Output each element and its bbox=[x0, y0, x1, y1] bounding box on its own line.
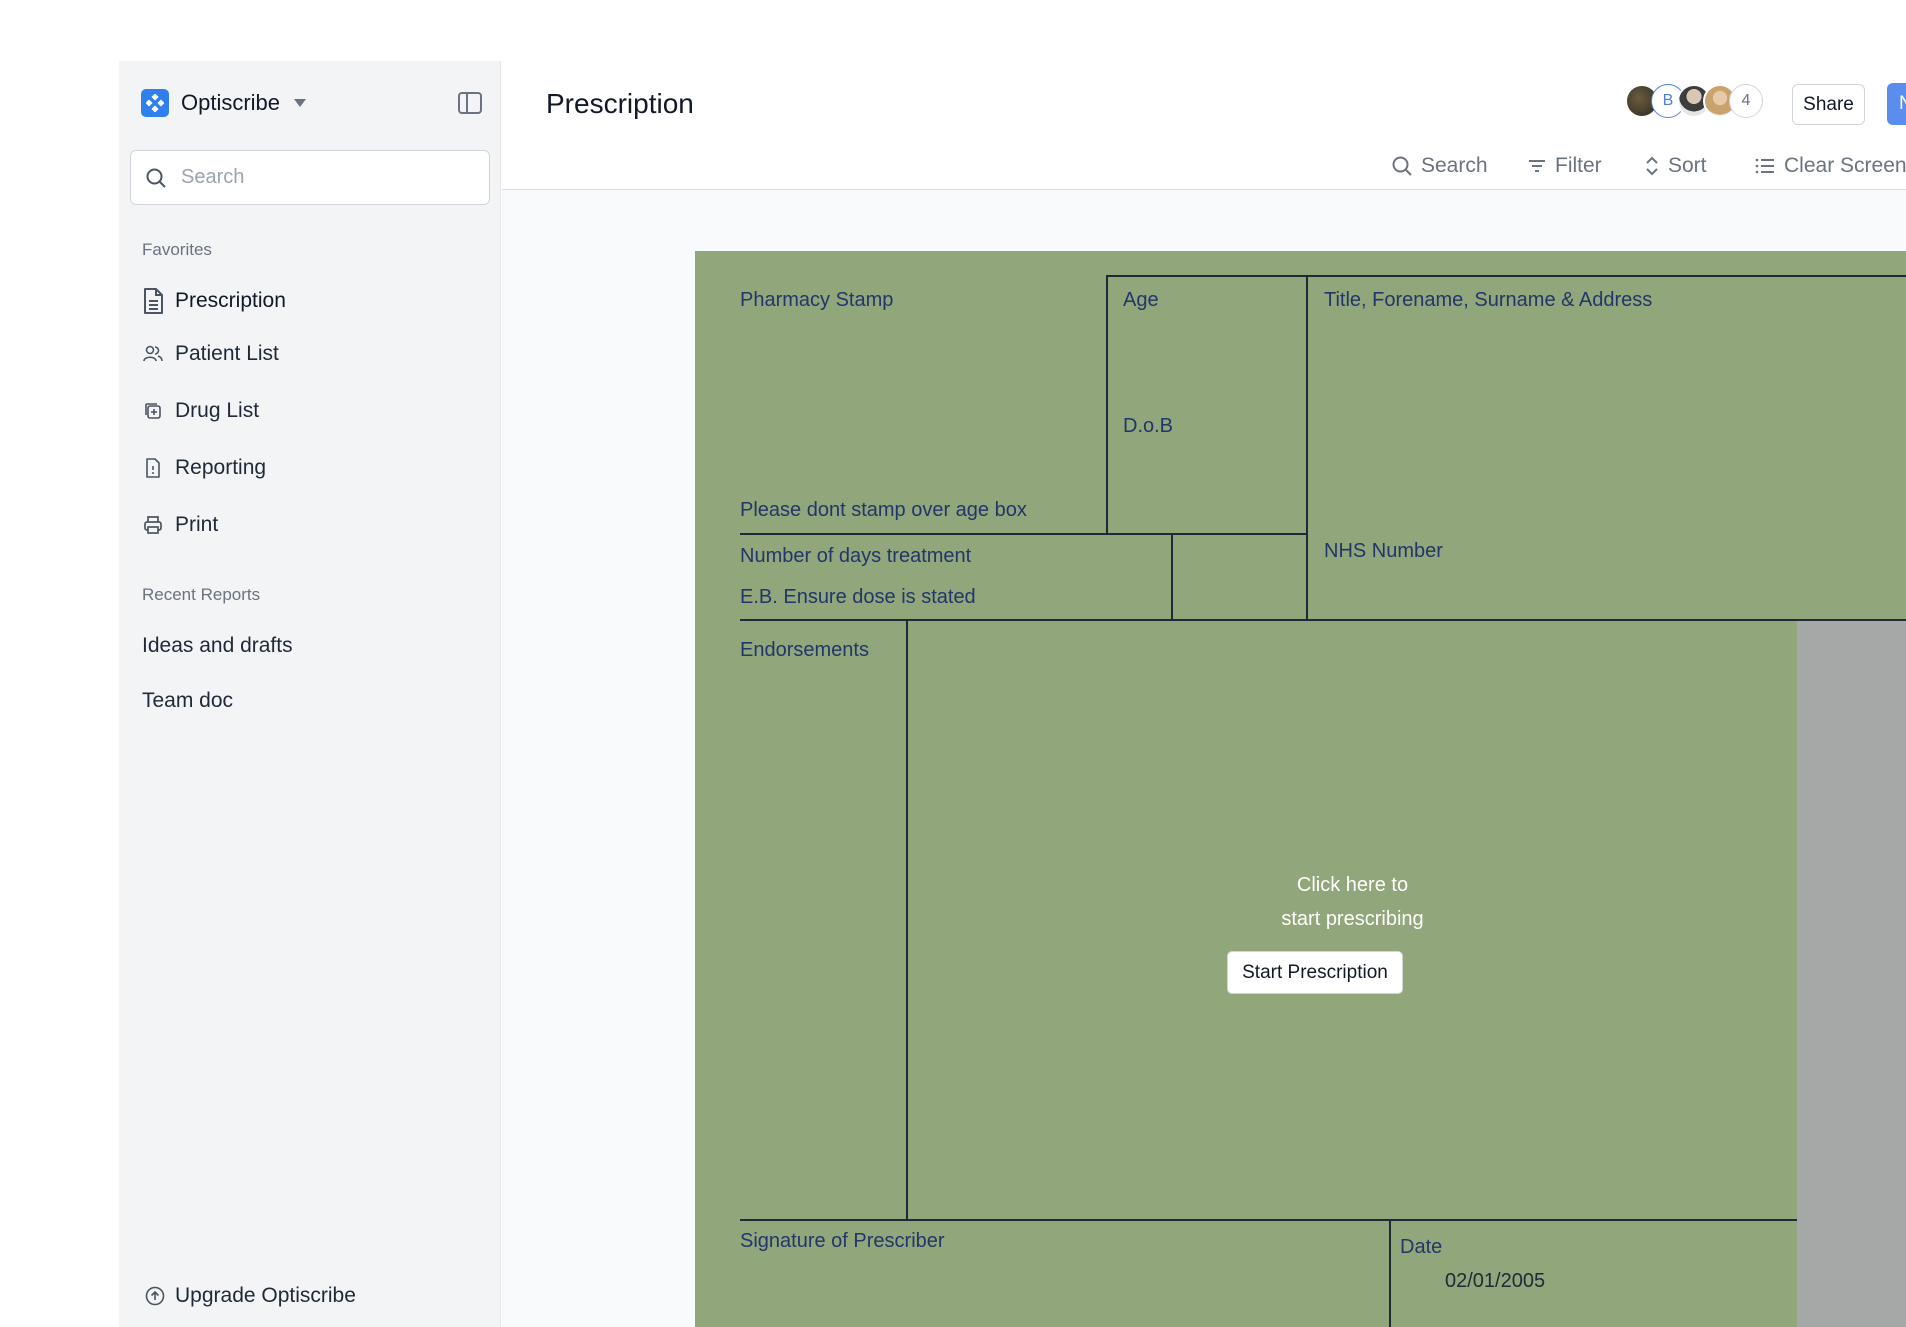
toolbar-filter-label: Filter bbox=[1555, 154, 1602, 177]
start-prescription-button[interactable]: Start Prescription bbox=[1227, 951, 1403, 994]
dob-label: D.o.B bbox=[1123, 415, 1174, 437]
nhs-number-label: NHS Number bbox=[1324, 540, 1443, 562]
pharmacy-stamp-label: Pharmacy Stamp bbox=[740, 289, 894, 311]
date-value[interactable]: 02/01/2005 bbox=[1445, 1270, 1545, 1293]
upgrade-icon bbox=[145, 1286, 165, 1306]
toolbar-filter[interactable]: Filter bbox=[1527, 154, 1602, 178]
divider bbox=[1106, 275, 1108, 533]
divider bbox=[740, 1219, 1797, 1221]
workspace-switcher[interactable]: Optiscribe bbox=[141, 88, 307, 118]
sidebar-item-label: Prescription bbox=[175, 289, 286, 312]
sort-icon bbox=[1646, 156, 1658, 176]
divider bbox=[1171, 533, 1173, 620]
recent-item-ideas-and-drafts[interactable]: Ideas and drafts bbox=[142, 634, 293, 658]
prescription-form: Pharmacy Stamp Age D.o.B Title, Forename… bbox=[695, 251, 1906, 1327]
divider bbox=[740, 533, 1307, 535]
list-icon bbox=[1755, 158, 1774, 174]
users-icon bbox=[141, 345, 165, 363]
sidebar-item-label: Print bbox=[175, 513, 219, 536]
divider bbox=[906, 620, 908, 1220]
sidebar-item-label: Reporting bbox=[175, 456, 267, 479]
collaborators[interactable]: B 4 bbox=[1625, 84, 1763, 118]
filter-icon bbox=[1529, 160, 1545, 172]
toolbar-sort[interactable]: Sort bbox=[1644, 154, 1707, 178]
sidebar-toggle-icon[interactable] bbox=[458, 92, 482, 114]
search-icon bbox=[1392, 156, 1412, 176]
search-input[interactable] bbox=[181, 166, 471, 189]
signature-label: Signature of Prescriber bbox=[740, 1230, 945, 1252]
collaborator-count[interactable]: 4 bbox=[1729, 84, 1763, 118]
dose-note: E.B. Ensure dose is stated bbox=[740, 586, 976, 608]
share-button[interactable]: Share bbox=[1792, 84, 1865, 125]
toolbar-sort-label: Sort bbox=[1668, 154, 1707, 177]
optiscribe-logo-icon bbox=[141, 89, 169, 117]
date-label: Date bbox=[1400, 1236, 1443, 1258]
sidebar-item-reporting[interactable]: Reporting bbox=[141, 450, 266, 486]
recent-reports-heading: Recent Reports bbox=[142, 585, 261, 604]
stamp-note: Please dont stamp over age box bbox=[740, 499, 1027, 521]
patient-details-label: Title, Forename, Surname & Address bbox=[1324, 289, 1653, 311]
caret-down-icon bbox=[294, 99, 307, 107]
upgrade-label: Upgrade Optiscribe bbox=[175, 1284, 356, 1307]
new-button[interactable]: N bbox=[1887, 83, 1906, 125]
toolbar-search[interactable]: Search bbox=[1391, 154, 1488, 178]
sidebar-item-print[interactable]: Print bbox=[141, 507, 218, 543]
toolbar-clear-screen[interactable]: Clear Screen bbox=[1754, 154, 1906, 178]
divider bbox=[1389, 1220, 1391, 1327]
prompt-line: start prescribing bbox=[1281, 908, 1424, 930]
sidebar-item-patient-list[interactable]: Patient List bbox=[141, 336, 279, 372]
days-treatment-label: Number of days treatment bbox=[740, 545, 972, 567]
page-title: Prescription bbox=[546, 88, 694, 119]
workspace-name: Optiscribe bbox=[181, 90, 281, 115]
upgrade-button[interactable]: Upgrade Optiscribe bbox=[145, 1284, 356, 1308]
sidebar-item-label: Drug List bbox=[175, 399, 260, 422]
printer-icon bbox=[141, 515, 165, 535]
endorsements-label: Endorsements bbox=[740, 639, 869, 661]
sidebar-search[interactable] bbox=[130, 150, 490, 205]
search-icon bbox=[146, 168, 166, 188]
sidebar-item-label: Patient List bbox=[175, 342, 279, 365]
prompt-line: Click here to bbox=[1296, 874, 1409, 896]
toolbar: Search Filter Sort Clear Screen bbox=[502, 150, 1906, 190]
toolbar-search-label: Search bbox=[1421, 154, 1488, 177]
sidebar-item-drug-list[interactable]: Drug List bbox=[141, 393, 259, 429]
document-icon bbox=[141, 288, 165, 314]
form-side-strip bbox=[1797, 620, 1906, 1327]
report-icon bbox=[141, 458, 165, 478]
divider bbox=[1106, 275, 1906, 277]
prescribing-prompt[interactable]: Click here to start prescribing bbox=[1200, 868, 1505, 936]
favorites-heading: Favorites bbox=[142, 240, 212, 259]
age-label: Age bbox=[1123, 289, 1159, 311]
sidebar: Optiscribe Favorites Prescription bbox=[119, 61, 501, 1327]
sidebar-item-prescription[interactable]: Prescription bbox=[141, 283, 286, 319]
divider bbox=[740, 619, 1906, 621]
recent-item-team-doc[interactable]: Team doc bbox=[142, 689, 233, 713]
toolbar-clear-label: Clear Screen bbox=[1784, 154, 1906, 177]
divider bbox=[1306, 275, 1308, 620]
drug-icon bbox=[141, 402, 165, 420]
